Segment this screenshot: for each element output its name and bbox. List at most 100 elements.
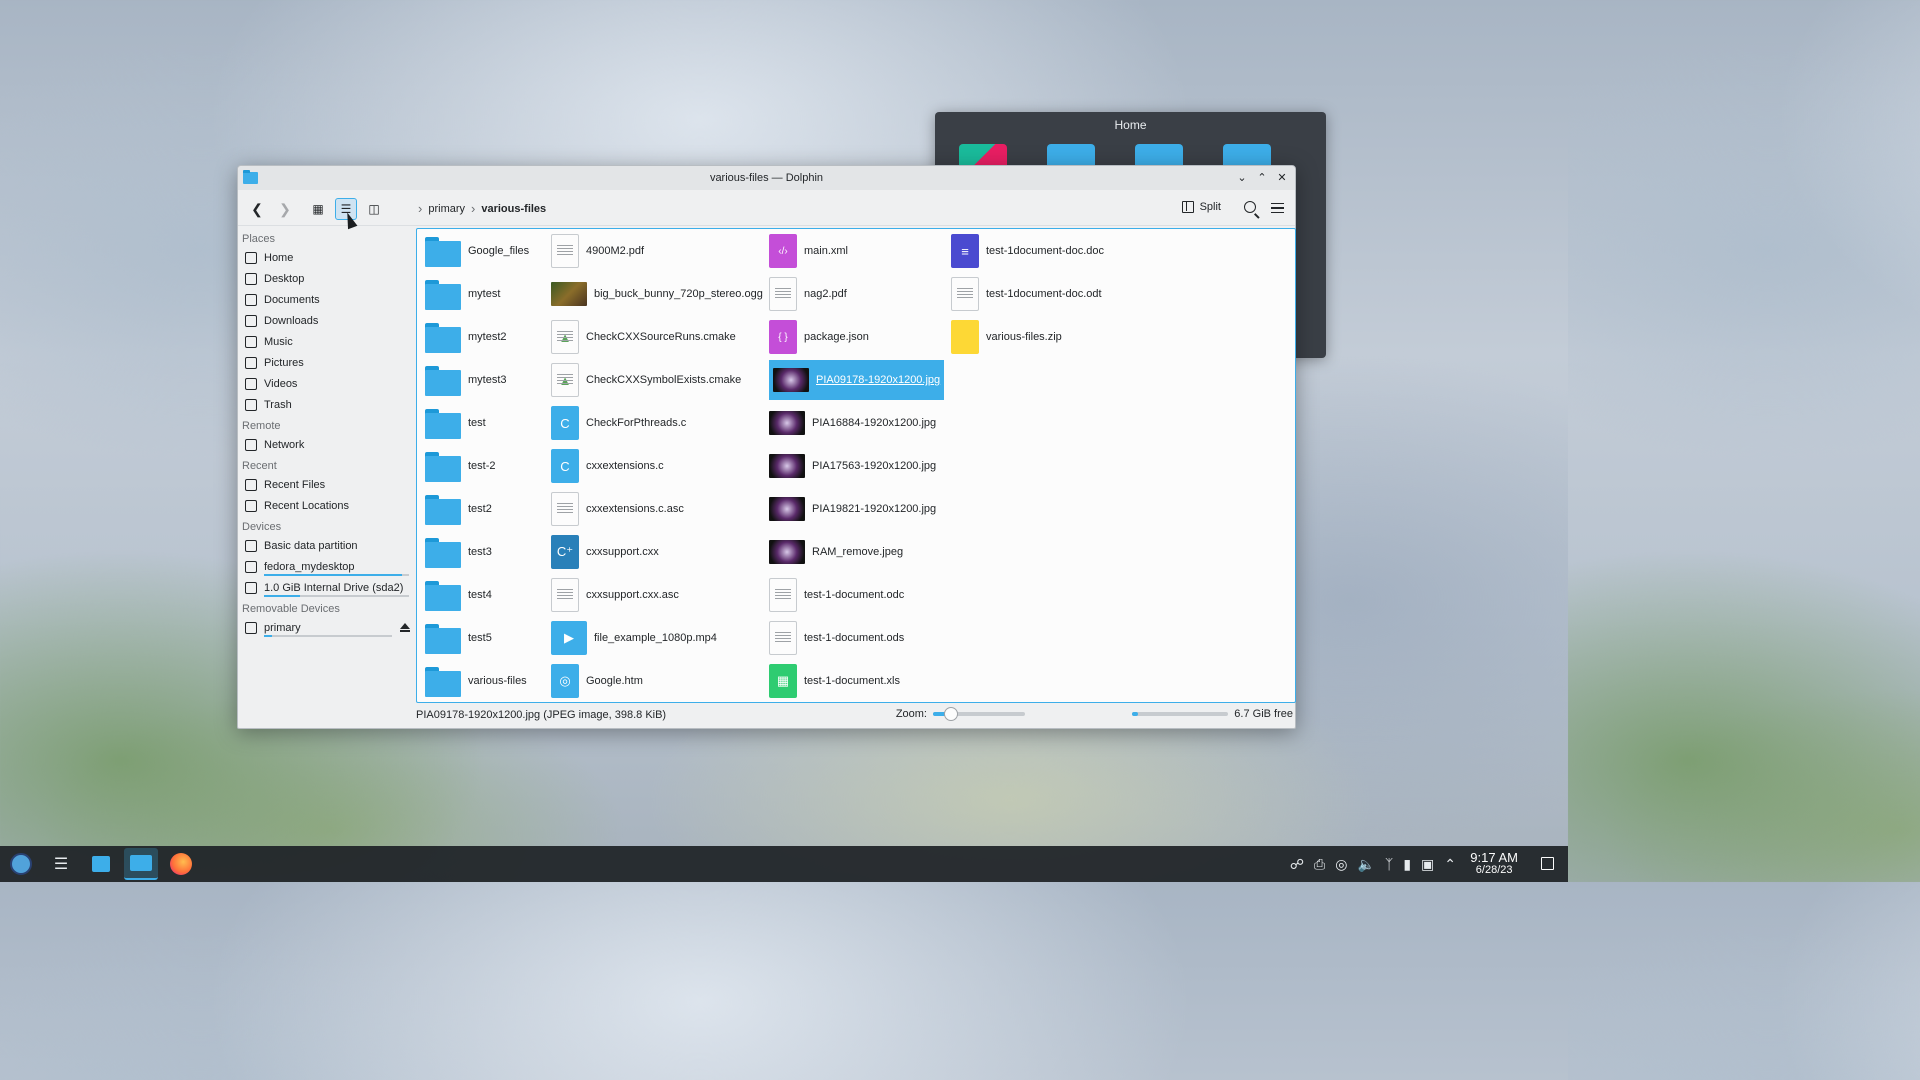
volume-icon[interactable]: 🔈 xyxy=(1357,856,1374,873)
folder-item[interactable]: mytest xyxy=(425,274,500,314)
file-item[interactable]: { } package.json xyxy=(769,317,869,357)
sidebar-item-primary[interactable]: primary xyxy=(238,617,416,638)
file-item[interactable]: Ccxxextensions.c xyxy=(551,446,664,486)
sidebar-item-videos[interactable]: Videos xyxy=(238,373,416,394)
sidebar-item-home[interactable]: Home xyxy=(238,247,416,268)
sidebar-item-documents[interactable]: Documents xyxy=(238,289,416,310)
chevron-right-icon: › xyxy=(418,201,423,216)
sidebar-item-fedora-mydesktop[interactable]: fedora_mydesktop xyxy=(238,556,416,577)
file-item[interactable]: test-1document-doc.odt xyxy=(951,274,1102,314)
taskbar-settings-button[interactable]: ☰ xyxy=(44,848,78,880)
free-space-indicator[interactable]: 6.7 GiB free xyxy=(1132,708,1293,720)
file-item[interactable]: big_buck_bunny_720p_stereo.ogg xyxy=(551,274,763,314)
sidebar-item-1-0-gib-internal-drive-sda2[interactable]: 1.0 GiB Internal Drive (sda2) xyxy=(238,577,416,598)
sidebar-item-recent-files[interactable]: Recent Files xyxy=(238,474,416,495)
sidebar-item-downloads[interactable]: Downloads xyxy=(238,310,416,331)
sidebar-item-trash[interactable]: Trash xyxy=(238,394,416,415)
breadcrumb-item-current[interactable]: various-files xyxy=(481,203,546,215)
zoom-slider-handle[interactable] xyxy=(944,707,959,721)
file-item[interactable]: ▶ file_example_1080p.mp4 xyxy=(551,618,717,658)
forward-button[interactable]: ❯ xyxy=(274,198,296,220)
file-item[interactable]: RAM_remove.jpeg xyxy=(769,532,903,572)
devices-icon[interactable]: ⎙ xyxy=(1314,856,1325,873)
folder-item[interactable]: test5 xyxy=(425,618,492,658)
application-launcher-button[interactable] xyxy=(4,848,38,880)
details-view-button[interactable]: ◫ xyxy=(363,198,385,220)
file-item[interactable]: ≡ test-1document-doc.doc xyxy=(951,231,1104,271)
sidebar-item-desktop[interactable]: Desktop xyxy=(238,268,416,289)
taskbar-firefox-button[interactable] xyxy=(164,848,198,880)
file-name: test3 xyxy=(468,546,492,558)
search-icon[interactable] xyxy=(1244,201,1256,213)
bluetooth-icon[interactable]: ᛉ xyxy=(1385,856,1393,873)
file-item[interactable]: ▦ test-1-document.xls xyxy=(769,661,900,701)
hamburger-menu-icon[interactable] xyxy=(1271,203,1284,213)
folder-item[interactable]: test xyxy=(425,403,486,443)
file-name: test xyxy=(468,417,486,429)
zoom-slider[interactable] xyxy=(933,707,1025,721)
icons-view-button[interactable]: ▦ xyxy=(307,198,329,220)
taskbar-discover-button[interactable] xyxy=(84,848,118,880)
folder-item[interactable]: test3 xyxy=(425,532,492,572)
breadcrumb-item-primary[interactable]: primary xyxy=(428,203,465,215)
folder-item[interactable]: test4 xyxy=(425,575,492,615)
file-name: RAM_remove.jpeg xyxy=(812,546,904,558)
folder-item[interactable]: test2 xyxy=(425,489,492,529)
file-name: various-files xyxy=(468,675,527,687)
file-item[interactable]: various-files.zip xyxy=(951,317,1062,357)
file-view[interactable]: Google_files mytest mytest2 mytest3 test test… xyxy=(416,228,1296,703)
folder-icon xyxy=(425,278,461,310)
image-thumbnail-icon xyxy=(769,540,805,564)
sidebar-item-basic-data-partition[interactable]: Basic data partition xyxy=(238,535,416,556)
dolphin-window[interactable]: various-files — Dolphin ⌄ ⌃ ✕ ❮ ❯ ▦ ☰ ◫ … xyxy=(237,165,1296,729)
taskbar-dolphin-button[interactable] xyxy=(124,848,158,880)
folder-item[interactable]: mytest2 xyxy=(425,317,507,357)
sidebar-item-music[interactable]: Music xyxy=(238,331,416,352)
file-item[interactable]: PIA17563-1920x1200.jpg xyxy=(769,446,936,486)
sidebar-item-label: Recent Locations xyxy=(264,499,349,512)
back-button[interactable]: ❮ xyxy=(246,198,268,220)
file-item[interactable]: ▲ CheckCXXSourceRuns.cmake xyxy=(551,317,736,357)
status-bar: PIA09178-1920x1200.jpg (JPEG image, 398.… xyxy=(416,706,1295,724)
folder-item[interactable]: Google_files xyxy=(425,231,529,271)
store-icon xyxy=(92,856,110,872)
file-item[interactable]: ‹/› main.xml xyxy=(769,231,848,271)
sidebar-item-network[interactable]: Network xyxy=(238,434,416,455)
folder-item[interactable]: mytest3 xyxy=(425,360,507,400)
maximize-button[interactable]: ⌃ xyxy=(1255,170,1269,184)
file-name: various-files.zip xyxy=(986,331,1062,343)
updates-icon[interactable]: ◎ xyxy=(1335,856,1347,873)
file-item[interactable]: PIA16884-1920x1200.jpg xyxy=(769,403,936,443)
close-button[interactable]: ✕ xyxy=(1275,170,1289,184)
folder-item[interactable]: test-2 xyxy=(425,446,496,486)
minimize-button[interactable]: ⌄ xyxy=(1235,170,1249,184)
eject-icon[interactable] xyxy=(400,623,410,632)
folder-icon xyxy=(425,622,461,654)
show-desktop-button[interactable] xyxy=(1541,857,1554,870)
file-item[interactable]: cxxsupport.cxx.asc xyxy=(551,575,679,615)
file-item[interactable]: 4900M2.pdf xyxy=(551,231,644,271)
sidebar-item-pictures[interactable]: Pictures xyxy=(238,352,416,373)
battery-icon[interactable]: ▮ xyxy=(1403,856,1411,873)
file-item[interactable]: nag2.pdf xyxy=(769,274,847,314)
file-item[interactable]: ◎ Google.htm xyxy=(551,661,643,701)
kde-connect-icon[interactable]: ☍ xyxy=(1290,856,1304,873)
file-item[interactable]: cxxextensions.c.asc xyxy=(551,489,684,529)
file-item[interactable]: C CheckForPthreads.c xyxy=(551,403,686,443)
folder-item[interactable]: various-files xyxy=(425,661,527,701)
network-icon[interactable]: ▣ xyxy=(1421,856,1434,873)
sidebar-item-recent-locations[interactable]: Recent Locations xyxy=(238,495,416,516)
file-item[interactable]: PIA09178-1920x1200.jpg xyxy=(769,360,945,400)
file-item[interactable]: test-1-document.ods xyxy=(769,618,904,658)
file-item[interactable]: ▲ CheckCXXSymbolExists.cmake xyxy=(551,360,741,400)
chevron-left-icon: ❮ xyxy=(251,200,263,217)
file-item[interactable]: PIA19821-1920x1200.jpg xyxy=(769,489,936,529)
file-item[interactable]: C⁺ cxxsupport.cxx xyxy=(551,532,659,572)
window-titlebar[interactable]: various-files — Dolphin ⌄ ⌃ ✕ xyxy=(238,166,1295,190)
video-file-icon: ▶ xyxy=(551,621,587,655)
folder-icon xyxy=(425,235,461,267)
digital-clock[interactable]: 9:17 AM 6/28/23 xyxy=(1470,851,1518,877)
file-item[interactable]: test-1-document.odc xyxy=(769,575,904,615)
chevron-up-icon[interactable]: ⌃ xyxy=(1444,856,1456,873)
split-button[interactable]: Split xyxy=(1181,201,1221,213)
